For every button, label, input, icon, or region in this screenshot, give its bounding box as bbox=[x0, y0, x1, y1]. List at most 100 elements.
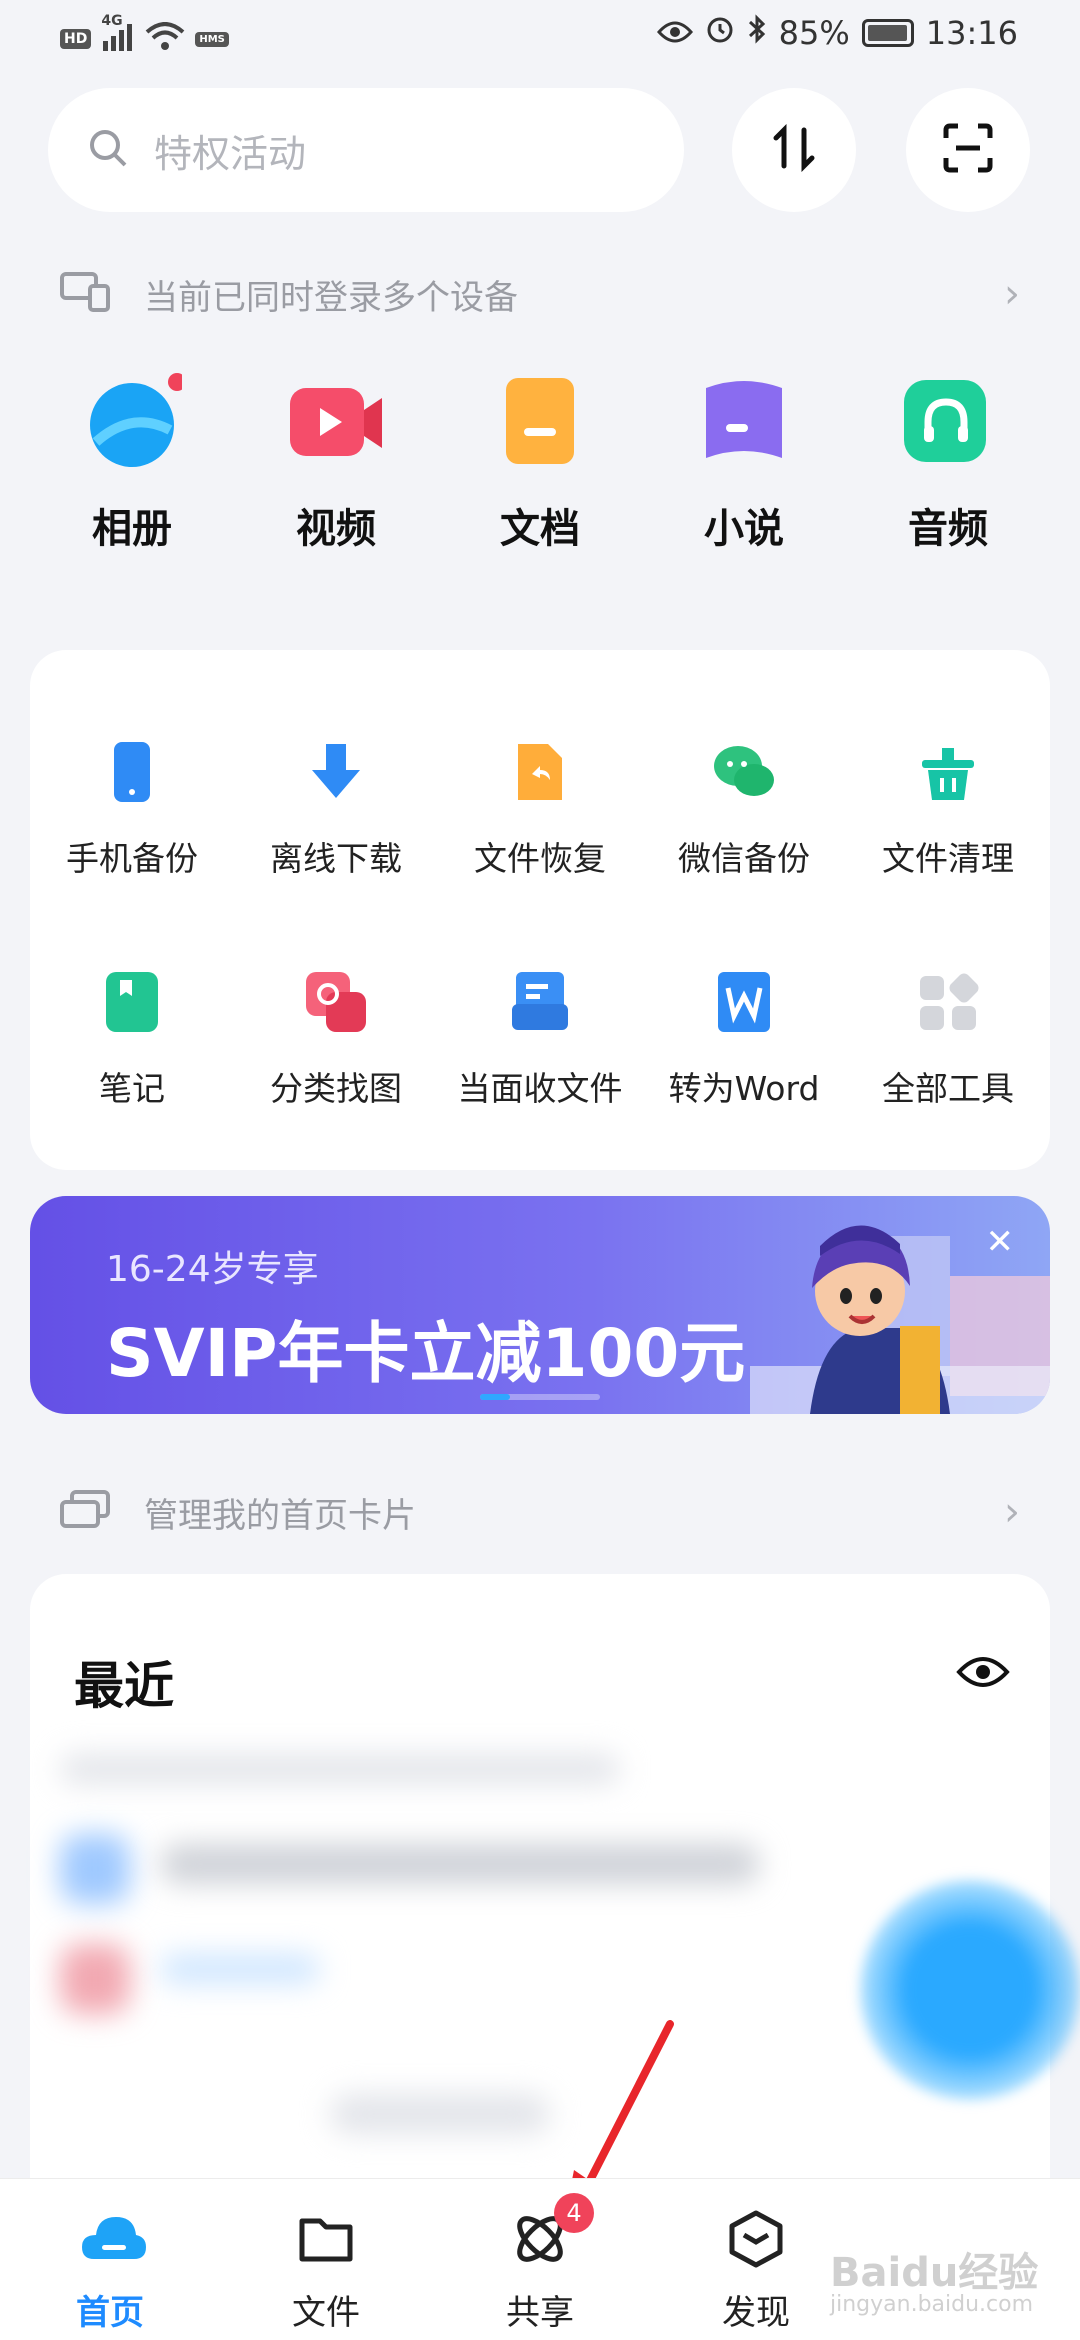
tool-file-clean[interactable]: 文件清理 bbox=[846, 740, 1050, 880]
category-label: 视频 bbox=[296, 506, 376, 552]
phone-backup-icon bbox=[100, 740, 164, 804]
scan-button[interactable] bbox=[906, 88, 1030, 212]
search-placeholder: 特权活动 bbox=[154, 131, 307, 176]
banner-headline: SVIP年卡立减100元 bbox=[106, 1315, 746, 1392]
notes-icon bbox=[100, 970, 164, 1034]
banner-subtitle: 16-24岁专享 bbox=[106, 1249, 319, 1290]
promo-banner[interactable]: 16-24岁专享 SVIP年卡立减100元 ✕ bbox=[30, 1196, 1050, 1414]
discover-cube-icon bbox=[726, 2209, 786, 2269]
chevron-right-icon: › bbox=[1004, 1489, 1020, 1535]
floating-upload-button[interactable] bbox=[860, 1880, 1080, 2100]
main-categories: 相册 视频 文档 小说 音频 bbox=[30, 370, 1050, 554]
status-bar: HD 4G HMS 85% 13:16 bbox=[0, 0, 1080, 72]
search-bar[interactable]: 特权活动 bbox=[48, 88, 684, 212]
hd-indicator: HD bbox=[60, 29, 92, 49]
recent-item-blurred bbox=[60, 1944, 130, 2014]
tool-label: 微信备份 bbox=[678, 839, 810, 878]
tool-all-tools[interactable]: 全部工具 bbox=[846, 970, 1050, 1110]
alarm-icon bbox=[705, 14, 735, 52]
share-badge: 4 bbox=[554, 2193, 594, 2233]
baidu-watermark: Baidu经验 bbox=[830, 2250, 1039, 2296]
status-left: HD 4G HMS bbox=[60, 13, 229, 56]
signal-4g-icon: 4G bbox=[101, 13, 135, 56]
nav-label: 文件 bbox=[292, 2293, 360, 2333]
tool-offline-download[interactable]: 离线下载 bbox=[234, 740, 438, 880]
category-document[interactable]: 文档 bbox=[438, 370, 642, 554]
banner-close-icon[interactable]: ✕ bbox=[986, 1222, 1015, 1262]
recent-item-blurred bbox=[60, 1754, 620, 1784]
cloud-home-icon bbox=[80, 2209, 146, 2269]
tool-photo-category[interactable]: 分类找图 bbox=[234, 970, 438, 1110]
offline-download-icon bbox=[304, 740, 368, 804]
all-tools-icon bbox=[916, 970, 980, 1034]
tool-wechat-backup[interactable]: 微信备份 bbox=[642, 740, 846, 880]
recent-item-blurred bbox=[60, 1834, 130, 1904]
tools-card: 手机备份 离线下载 文件恢复 微信备份 文件清理 笔记 分类找图 当面收文件 转… bbox=[30, 650, 1050, 1170]
photo-category-icon bbox=[304, 970, 368, 1034]
tool-label: 文件清理 bbox=[882, 839, 1014, 878]
file-clean-icon bbox=[916, 740, 980, 804]
share-orbit-icon: 4 bbox=[510, 2193, 594, 2269]
document-icon bbox=[490, 370, 590, 470]
category-label: 相册 bbox=[92, 506, 172, 552]
tool-notes[interactable]: 笔记 bbox=[30, 970, 234, 1110]
scan-icon bbox=[942, 122, 994, 178]
tool-file-restore[interactable]: 文件恢复 bbox=[438, 740, 642, 880]
category-label: 文档 bbox=[500, 506, 580, 552]
category-video[interactable]: 视频 bbox=[234, 370, 438, 554]
tool-receive-files[interactable]: 当面收文件 bbox=[438, 970, 642, 1110]
bluetooth-icon bbox=[747, 14, 767, 52]
recent-item-blurred bbox=[330, 2094, 550, 2134]
search-icon bbox=[88, 128, 128, 172]
cards-icon bbox=[60, 1490, 112, 1534]
category-album[interactable]: 相册 bbox=[30, 370, 234, 554]
tool-label: 当面收文件 bbox=[457, 1069, 623, 1108]
battery-percent: 85% bbox=[778, 14, 850, 52]
wifi-icon bbox=[145, 22, 185, 56]
manage-cards-row[interactable]: 管理我的首页卡片 › bbox=[60, 1482, 1020, 1542]
receive-files-icon bbox=[508, 970, 572, 1034]
tool-word-convert[interactable]: 转为Word bbox=[642, 970, 846, 1110]
category-label: 小说 bbox=[704, 506, 784, 552]
clock-time: 13:16 bbox=[925, 14, 1018, 52]
category-audio[interactable]: 音频 bbox=[846, 370, 1050, 554]
banner-pagination bbox=[480, 1394, 600, 1400]
tools-grid: 手机备份 离线下载 文件恢复 微信备份 文件清理 笔记 分类找图 当面收文件 转… bbox=[30, 740, 1050, 1110]
category-novel[interactable]: 小说 bbox=[642, 370, 846, 554]
tool-label: 手机备份 bbox=[66, 839, 198, 878]
folder-icon bbox=[296, 2209, 356, 2269]
nav-files[interactable]: 文件 bbox=[218, 2179, 434, 2340]
recent-item-blurred bbox=[160, 1954, 320, 1984]
devices-icon bbox=[60, 272, 112, 316]
nav-share[interactable]: 4 共享 bbox=[432, 2179, 648, 2340]
tool-label: 文件恢复 bbox=[474, 839, 606, 878]
transfer-arrows-icon bbox=[770, 123, 818, 176]
audio-icon bbox=[898, 370, 998, 470]
nav-label: 首页 bbox=[76, 2293, 144, 2333]
hms-indicator: HMS bbox=[195, 31, 229, 47]
wechat-backup-icon bbox=[712, 740, 776, 804]
tool-label: 转为Word bbox=[668, 1069, 820, 1108]
tool-phone-backup[interactable]: 手机备份 bbox=[30, 740, 234, 880]
recent-title: 最近 bbox=[74, 1657, 174, 1715]
file-restore-icon bbox=[508, 740, 572, 804]
network-type-label: 4G bbox=[101, 12, 123, 29]
tool-label: 全部工具 bbox=[882, 1069, 1014, 1108]
eye-icon bbox=[656, 14, 693, 52]
nav-home[interactable]: 首页 bbox=[2, 2179, 218, 2340]
tool-label: 离线下载 bbox=[270, 839, 402, 878]
category-label: 音频 bbox=[908, 506, 988, 552]
recent-item-blurred bbox=[160, 1844, 760, 1884]
status-right: 85% 13:16 bbox=[656, 14, 1018, 52]
photo-album-icon bbox=[82, 370, 186, 470]
devices-login-row[interactable]: 当前已同时登录多个设备 › bbox=[60, 264, 1020, 324]
manage-cards-text: 管理我的首页卡片 bbox=[144, 1495, 416, 1536]
word-convert-icon bbox=[712, 970, 776, 1034]
nav-label: 共享 bbox=[506, 2293, 574, 2333]
tool-label: 分类找图 bbox=[270, 1069, 402, 1108]
eye-icon[interactable] bbox=[956, 1654, 1010, 1694]
transfer-button[interactable] bbox=[732, 88, 856, 212]
nav-label: 发现 bbox=[722, 2293, 790, 2333]
tool-label: 笔记 bbox=[99, 1069, 165, 1108]
battery-icon bbox=[861, 19, 914, 47]
